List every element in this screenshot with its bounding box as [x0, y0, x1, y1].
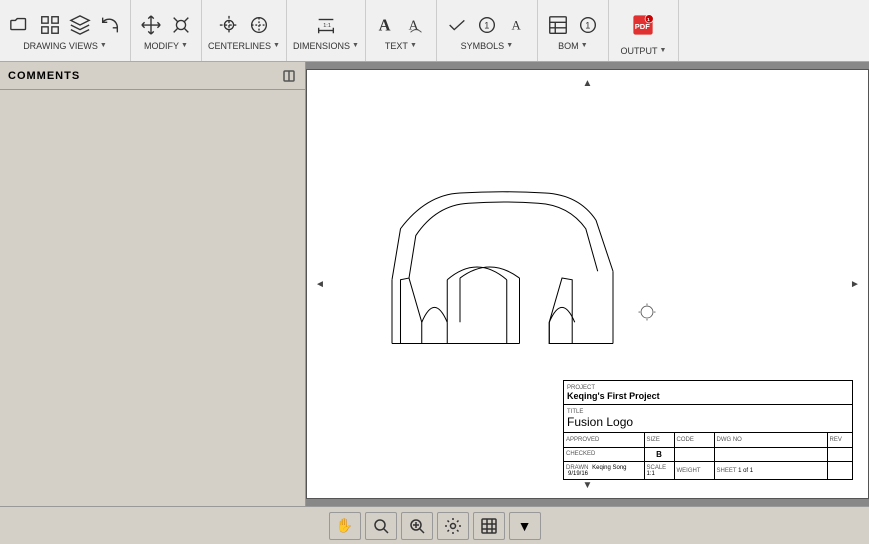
table-icon[interactable]: [544, 11, 572, 39]
size-value: B: [656, 450, 662, 459]
drawn-label: DRAWN: [566, 465, 588, 471]
output-label: OUTPUT: [620, 46, 657, 56]
centerlines-label: CENTERLINES: [208, 41, 271, 51]
modify-label: MODIFY: [144, 41, 179, 51]
drawing-canvas[interactable]: ▲ ▼ ◄ ►: [306, 69, 869, 499]
svg-text:1: 1: [585, 20, 590, 30]
panel-pin-button[interactable]: [281, 68, 297, 84]
drawing-views-label: DRAWING VIEWS: [23, 41, 98, 51]
modify-chevron[interactable]: ▼: [181, 42, 188, 49]
grid-toggle-button[interactable]: [473, 512, 505, 540]
centermark-icon[interactable]: [245, 11, 273, 39]
letter-sym-icon[interactable]: A: [503, 11, 531, 39]
sheet-value: 1 of 1: [738, 468, 753, 474]
settings-button[interactable]: [437, 512, 469, 540]
symbols-label: SYMBOLS: [461, 41, 505, 51]
circle-num-icon[interactable]: 1: [473, 11, 501, 39]
svg-text:1: 1: [484, 20, 489, 30]
grid-view-icon[interactable]: [36, 11, 64, 39]
toolbar-group-centerlines: CENTERLINES ▼: [202, 0, 287, 61]
zoom-window-button[interactable]: [401, 512, 433, 540]
project-value: Keqing's First Project: [567, 391, 660, 401]
drawn-by: Keqing Song: [592, 465, 626, 471]
toolbar-group-text: A A TEXT ▼: [366, 0, 437, 61]
more-options-button[interactable]: ▼: [509, 512, 541, 540]
dimensions-label: DIMENSIONS: [293, 41, 350, 51]
svg-text:A: A: [379, 15, 391, 34]
toolbar-group-modify: MODIFY ▼: [131, 0, 202, 61]
code-label: CODE: [677, 437, 712, 443]
text-label: TEXT: [385, 41, 408, 51]
panel-title: COMMENTS: [8, 70, 80, 82]
svg-text:1: 1: [648, 16, 651, 22]
rev-label: REV: [830, 437, 851, 443]
svg-text:1:1: 1:1: [323, 22, 331, 28]
dimensions-chevron[interactable]: ▼: [352, 42, 359, 49]
main-canvas-area[interactable]: ▲ ▼ ◄ ►: [306, 62, 869, 506]
title-block: PROJECT Keqing's First Project TITLE Fus…: [563, 380, 853, 480]
toolbar: DRAWING VIEWS ▼ MODIFY ▼: [0, 0, 869, 62]
symbols-chevron[interactable]: ▼: [506, 42, 513, 49]
text-icon[interactable]: A: [372, 11, 400, 39]
dwg-no-label: DWG NO: [717, 437, 825, 443]
pdf-icon[interactable]: PDF 1: [624, 6, 662, 44]
bom-num-icon[interactable]: 1: [574, 11, 602, 39]
zoom-fit-button[interactable]: [365, 512, 397, 540]
move-icon[interactable]: [137, 11, 165, 39]
left-panel: COMMENTS: [0, 62, 306, 544]
toolbar-group-symbols: 1 A SYMBOLS ▼: [437, 0, 538, 61]
size-label: SIZE: [647, 437, 672, 443]
toolbar-group-output: PDF 1 OUTPUT ▼: [609, 0, 679, 61]
text-chevron[interactable]: ▼: [410, 42, 417, 49]
view3d-icon[interactable]: [66, 11, 94, 39]
checked-label: CHECKED: [566, 451, 642, 457]
sheet-label: SHEET: [717, 468, 737, 474]
panel-header: COMMENTS: [0, 62, 305, 90]
bom-label: BOM: [558, 41, 579, 51]
status-bar: ✋ ▼: [0, 506, 869, 544]
folder-icon[interactable]: [6, 11, 34, 39]
scale-icon[interactable]: [167, 11, 195, 39]
weight-label: WEIGHT: [677, 468, 701, 474]
output-chevron[interactable]: ▼: [659, 47, 666, 54]
dimension-icon[interactable]: 1:1: [312, 11, 340, 39]
toolbar-group-drawing-views: DRAWING VIEWS ▼: [0, 0, 131, 61]
centerlines-chevron[interactable]: ▼: [273, 42, 280, 49]
svg-text:A: A: [511, 18, 521, 32]
scale-value: 1:1: [647, 471, 655, 477]
toolbar-group-dimensions: 1:1 DIMENSIONS ▼: [287, 0, 366, 61]
drawn-date: 9/19/16: [568, 471, 588, 477]
text-curved-icon[interactable]: A: [402, 11, 430, 39]
approved-label: APPROVED: [566, 437, 642, 443]
checkmark-sym-icon[interactable]: [443, 11, 471, 39]
rotate-icon[interactable]: [96, 11, 124, 39]
pan-button[interactable]: ✋: [329, 512, 361, 540]
bom-chevron[interactable]: ▼: [581, 42, 588, 49]
svg-text:PDF: PDF: [635, 22, 650, 31]
toolbar-group-bom: 1 BOM ▼: [538, 0, 609, 61]
centerline-icon[interactable]: [215, 11, 243, 39]
drawing-views-chevron[interactable]: ▼: [100, 42, 107, 49]
title-value: Fusion Logo: [567, 415, 633, 429]
cursor: [639, 304, 656, 321]
